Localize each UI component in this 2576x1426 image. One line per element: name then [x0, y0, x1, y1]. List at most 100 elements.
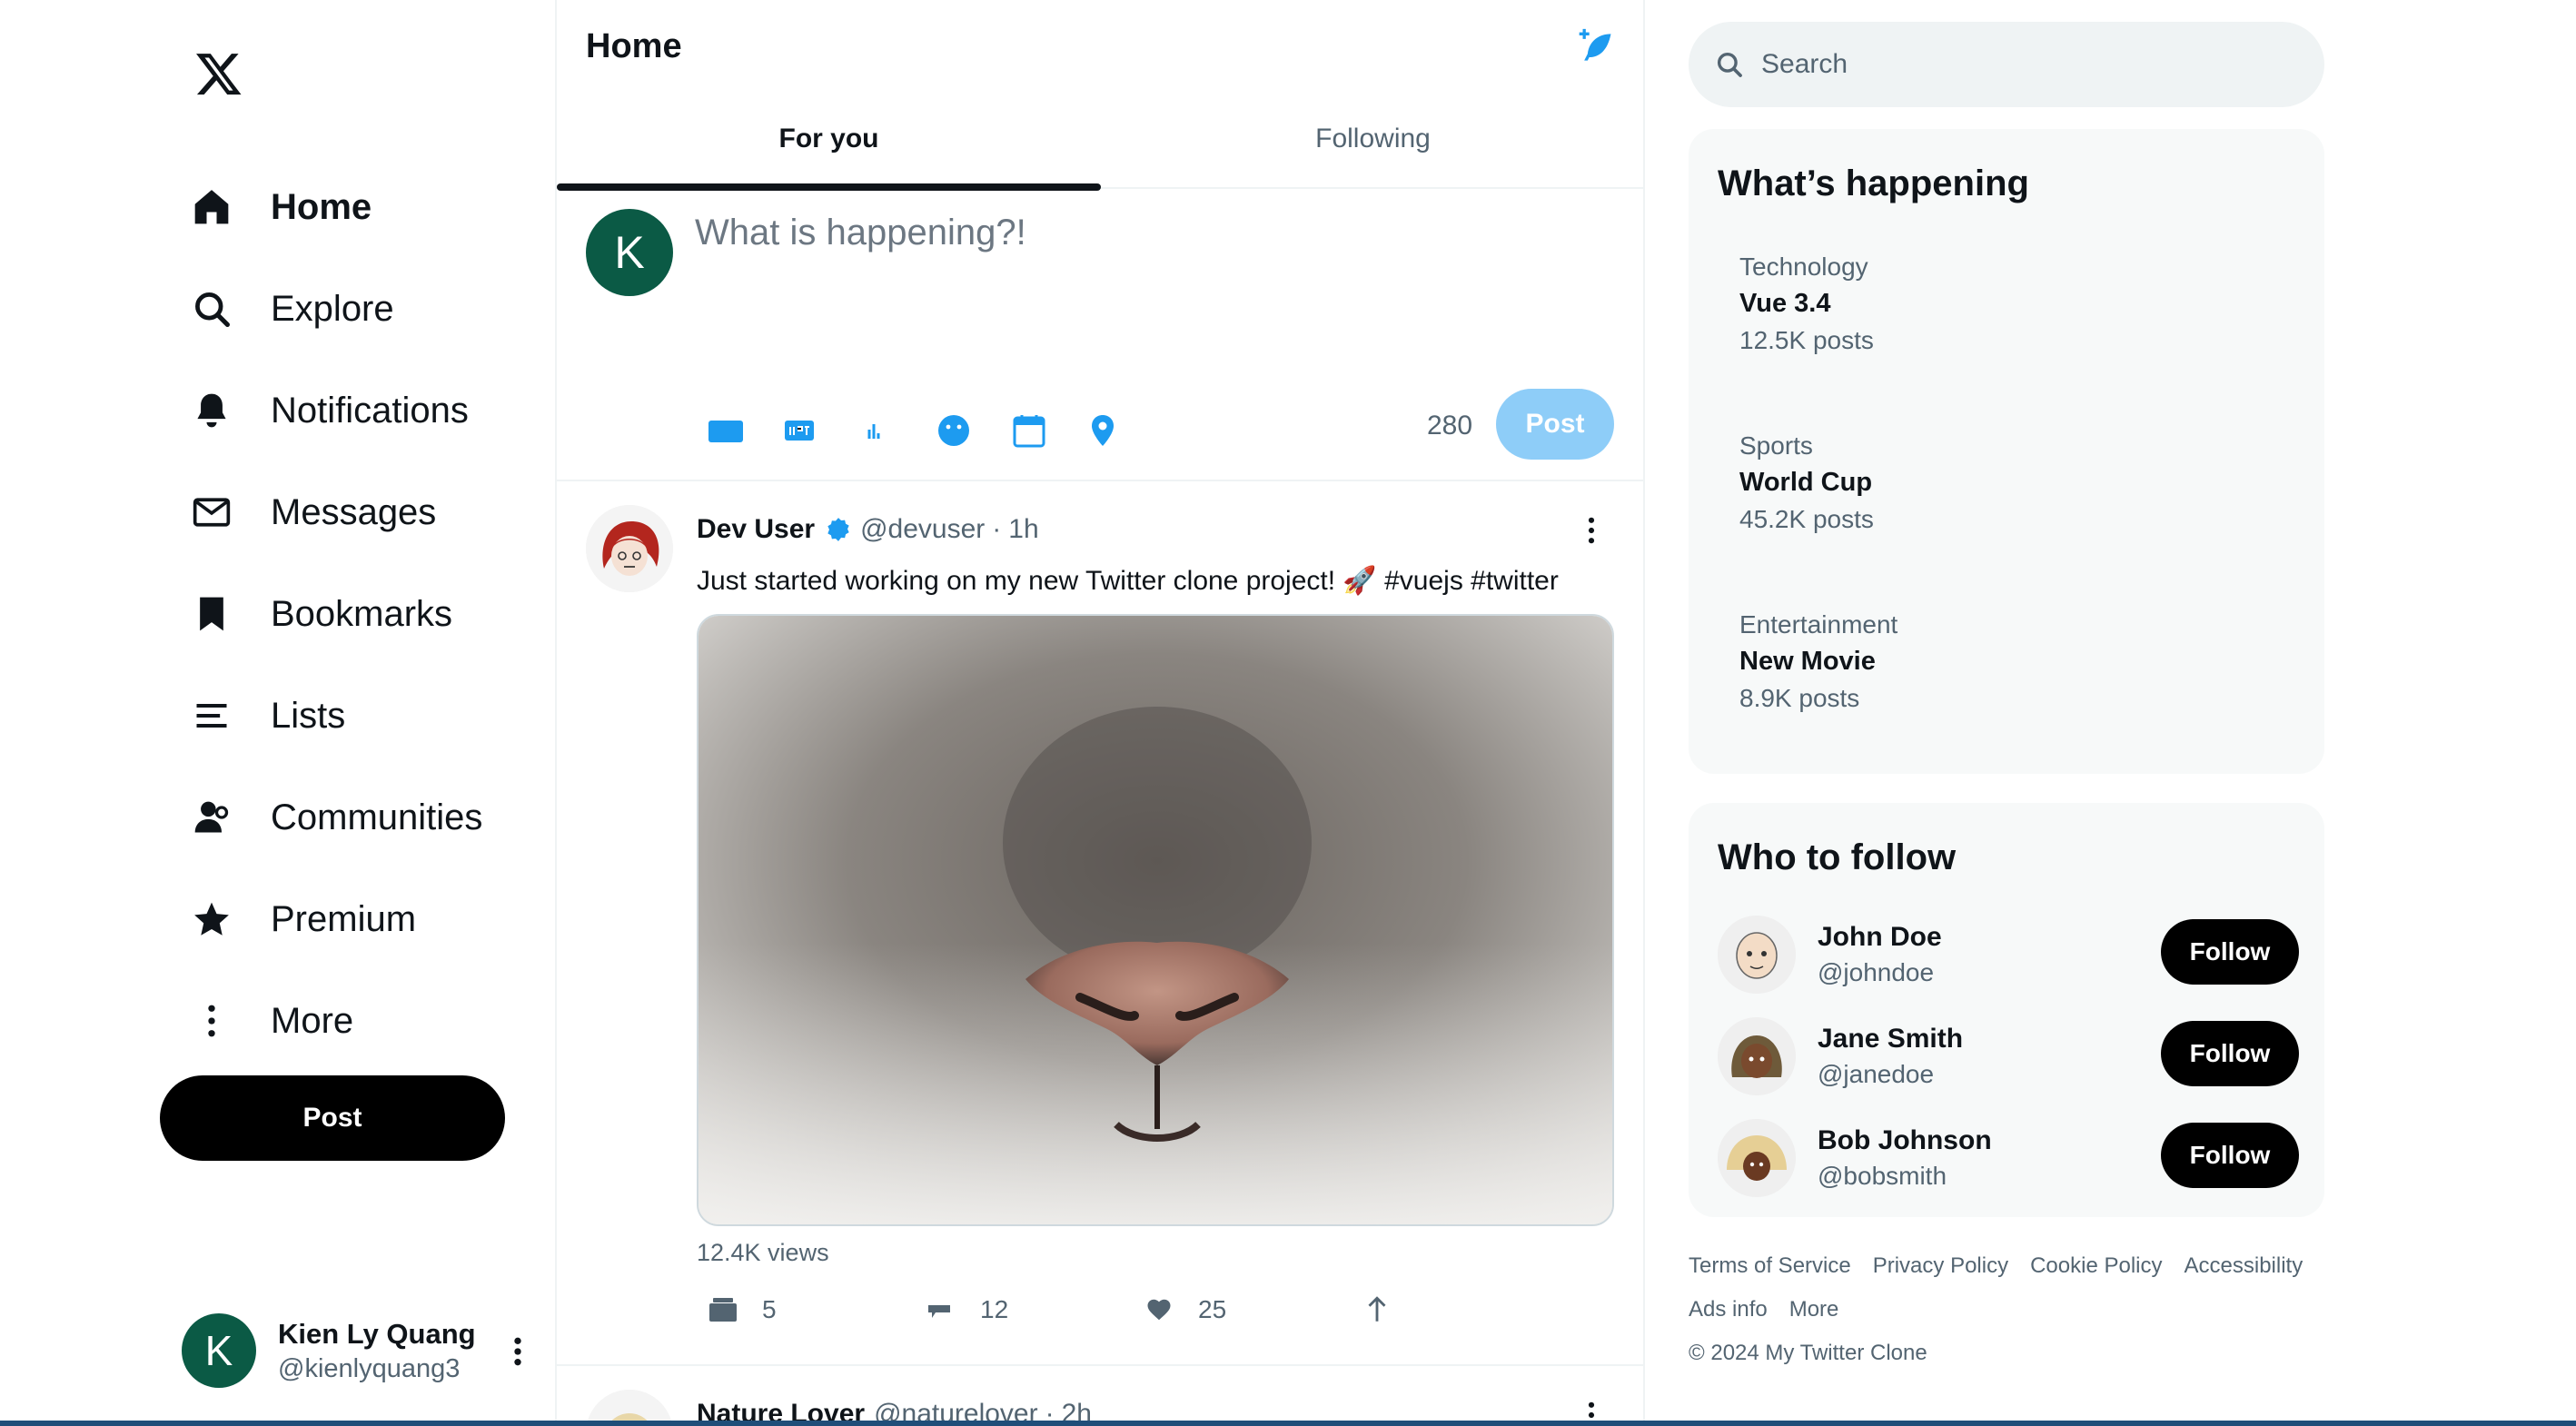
- footer-link-ads-info[interactable]: Ads info: [1689, 1297, 1768, 1322]
- reply-button[interactable]: 5: [708, 1292, 926, 1328]
- more-options-icon[interactable]: [1585, 514, 1598, 547]
- tweet-composer: K 280 Post: [557, 189, 1643, 481]
- compose-input[interactable]: [695, 213, 1603, 253]
- trend-item[interactable]: Entertainment New Movie 8.9K posts: [1739, 610, 1897, 713]
- avatar[interactable]: [1718, 1119, 1796, 1197]
- tweet-author-name[interactable]: Dev User: [697, 514, 815, 545]
- nav-item-explore[interactable]: Explore: [189, 258, 534, 360]
- tab-label: Following: [1315, 124, 1431, 153]
- sparkle-feather-icon[interactable]: [1576, 27, 1616, 67]
- avatar[interactable]: [586, 505, 673, 592]
- nav-item-communities[interactable]: Communities: [189, 767, 534, 868]
- compose-post-button[interactable]: Post: [1496, 389, 1614, 460]
- follow-text: Jane Smith @janedoe: [1818, 1024, 1963, 1089]
- avatar[interactable]: [1718, 916, 1796, 994]
- page-title: Home: [586, 27, 682, 65]
- profile-text: Kien Ly Quang @kienlyquang3: [278, 1318, 476, 1384]
- follow-suggestion[interactable]: John Doe @johndoe Follow: [1718, 914, 2299, 995]
- follow-suggestion[interactable]: Bob Johnson @bobsmith Follow: [1718, 1117, 2299, 1199]
- schedule-icon[interactable]: [1013, 405, 1089, 456]
- follow-button[interactable]: Follow: [2161, 919, 2299, 985]
- tweet-author-handle[interactable]: @devuser: [860, 514, 985, 545]
- who-to-follow-panel: Who to follow John Doe @johndoe Follow J…: [1689, 803, 2324, 1217]
- separator: ·: [992, 514, 1002, 544]
- follow-handle: @johndoe: [1818, 958, 1935, 986]
- footer-link-more[interactable]: More: [1789, 1297, 1839, 1322]
- retweet-button[interactable]: 12: [926, 1292, 1144, 1328]
- nav-item-messages[interactable]: Messages: [189, 461, 534, 563]
- nav-label: Explore: [271, 288, 394, 329]
- trend-name: World Cup: [1739, 468, 1873, 497]
- poll-icon[interactable]: [860, 405, 936, 456]
- trend-name: Vue 3.4: [1739, 289, 1831, 318]
- emoji-icon[interactable]: [936, 405, 1013, 456]
- follow-text: Bob Johnson @bobsmith: [1818, 1125, 1992, 1191]
- left-sidebar: Home Explore Notifications Messages Book…: [0, 0, 557, 1426]
- window-bottom-edge: [0, 1421, 2576, 1426]
- more-options-icon[interactable]: [509, 1333, 527, 1370]
- profile-handle: @kienlyquang3: [278, 1353, 461, 1383]
- x-logo-icon[interactable]: [194, 49, 243, 98]
- nav-label: Home: [271, 186, 372, 227]
- nav-label: Messages: [271, 491, 437, 532]
- follow-name[interactable]: John Doe: [1818, 922, 1942, 953]
- search-box[interactable]: [1689, 22, 2324, 107]
- footer-link-cookies[interactable]: Cookie Policy: [2030, 1253, 2162, 1278]
- account-switcher[interactable]: K Kien Ly Quang @kienlyquang3: [182, 1313, 527, 1388]
- share-button[interactable]: [1362, 1292, 1580, 1328]
- trend-item[interactable]: Technology Vue 3.4 12.5K posts: [1739, 253, 1874, 355]
- tweet-actions: 5 12 25: [708, 1292, 1580, 1328]
- follow-text: John Doe @johndoe: [1818, 922, 1942, 987]
- search-input[interactable]: [1761, 49, 2306, 80]
- trend-count: 12.5K posts: [1739, 326, 1874, 354]
- follow-button[interactable]: Follow: [2161, 1021, 2299, 1086]
- communities-icon: [189, 795, 234, 840]
- footer-copyright: © 2024 My Twitter Clone: [1689, 1341, 1927, 1365]
- nav-label: Bookmarks: [271, 593, 453, 634]
- post-button[interactable]: Post: [160, 1075, 505, 1161]
- verified-badge-icon: [827, 518, 849, 541]
- tweet-timestamp[interactable]: 1h: [1008, 514, 1038, 545]
- tweet[interactable]: Dev User @devuser · 1h Just started work…: [557, 481, 1643, 1366]
- nav-label: More: [271, 1000, 354, 1041]
- nav-item-lists[interactable]: Lists: [189, 665, 534, 767]
- tab-following[interactable]: Following: [1101, 102, 1645, 189]
- home-icon: [189, 184, 234, 230]
- nav-item-premium[interactable]: Premium: [189, 868, 534, 970]
- nav-item-home[interactable]: Home: [189, 156, 534, 258]
- trends-panel: What’s happening Technology Vue 3.4 12.5…: [1689, 129, 2324, 774]
- follow-name[interactable]: Bob Johnson: [1818, 1125, 1992, 1156]
- nav-label: Premium: [271, 898, 417, 939]
- retweet-icon: [928, 1305, 950, 1318]
- footer-links-2: Ads info More: [1689, 1288, 2343, 1332]
- list-icon: [189, 693, 234, 738]
- who-to-follow-title: Who to follow: [1718, 837, 1957, 877]
- trend-category: Entertainment: [1739, 610, 1898, 639]
- trend-item[interactable]: Sports World Cup 45.2K posts: [1739, 431, 1874, 534]
- nav-item-notifications[interactable]: Notifications: [189, 360, 534, 461]
- nav-item-bookmarks[interactable]: Bookmarks: [189, 563, 534, 665]
- char-counter: 280: [1427, 411, 1473, 441]
- follow-name[interactable]: Jane Smith: [1818, 1024, 1963, 1055]
- tweet-media-image[interactable]: [697, 614, 1614, 1226]
- footer-link-accessibility[interactable]: Accessibility: [2185, 1253, 2304, 1278]
- follow-button[interactable]: Follow: [2161, 1123, 2299, 1188]
- footer: Terms of Service Privacy Policy Cookie Pol…: [1689, 1244, 2343, 1375]
- tweet[interactable]: Nature Lover @naturelover · 2h: [557, 1368, 1643, 1426]
- footer-link-terms[interactable]: Terms of Service: [1689, 1253, 1851, 1278]
- tab-for-you[interactable]: For you: [557, 102, 1101, 191]
- trend-category: Technology: [1739, 253, 1868, 281]
- follow-handle: @janedoe: [1818, 1060, 1935, 1088]
- image-icon[interactable]: [708, 405, 784, 456]
- heart-icon: [1147, 1299, 1171, 1321]
- like-button[interactable]: 25: [1144, 1292, 1362, 1328]
- gif-icon[interactable]: [784, 405, 860, 456]
- follow-suggestion[interactable]: Jane Smith @janedoe Follow: [1718, 1015, 2299, 1097]
- avatar[interactable]: [1718, 1017, 1796, 1095]
- footer-link-privacy[interactable]: Privacy Policy: [1873, 1253, 2008, 1278]
- more-vertical-icon: [189, 998, 234, 1044]
- nav-item-more[interactable]: More: [189, 970, 534, 1072]
- location-icon[interactable]: [1089, 405, 1165, 456]
- follow-handle: @bobsmith: [1818, 1162, 1947, 1190]
- tweet-header: Dev User @devuser · 1h: [697, 514, 1039, 545]
